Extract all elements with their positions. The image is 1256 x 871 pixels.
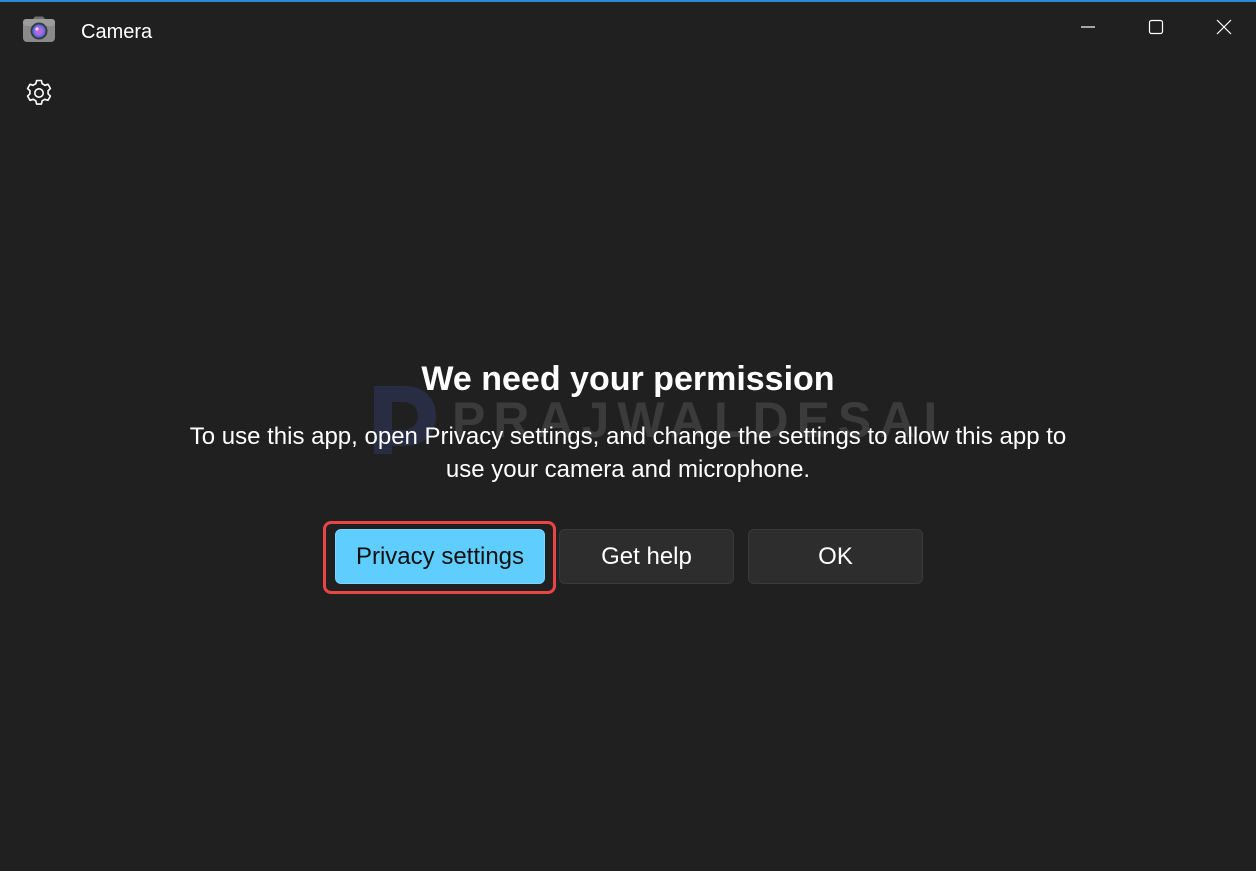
camera-app-icon — [22, 16, 56, 44]
minimize-button[interactable] — [1054, 2, 1122, 52]
close-icon — [1216, 19, 1232, 35]
permission-dialog: We need your permission To use this app,… — [0, 358, 1256, 486]
dialog-heading: We need your permission — [421, 360, 835, 398]
gear-icon — [26, 79, 52, 105]
camera-window: Camera PRAJWALDESAI We need your permiss… — [0, 0, 1256, 871]
minimize-icon — [1081, 26, 1095, 28]
settings-button[interactable] — [18, 72, 60, 114]
dialog-message: To use this app, open Privacy settings, … — [189, 423, 1067, 483]
window-title: Camera — [81, 21, 153, 43]
maximize-icon — [1148, 19, 1164, 35]
maximize-button[interactable] — [1122, 2, 1190, 52]
get-help-button[interactable]: Get help — [559, 529, 734, 584]
close-button[interactable] — [1190, 2, 1256, 52]
privacy-settings-button[interactable]: Privacy settings — [335, 529, 545, 584]
ok-button[interactable]: OK — [748, 529, 923, 584]
title-bar[interactable]: Camera — [0, 2, 1256, 60]
